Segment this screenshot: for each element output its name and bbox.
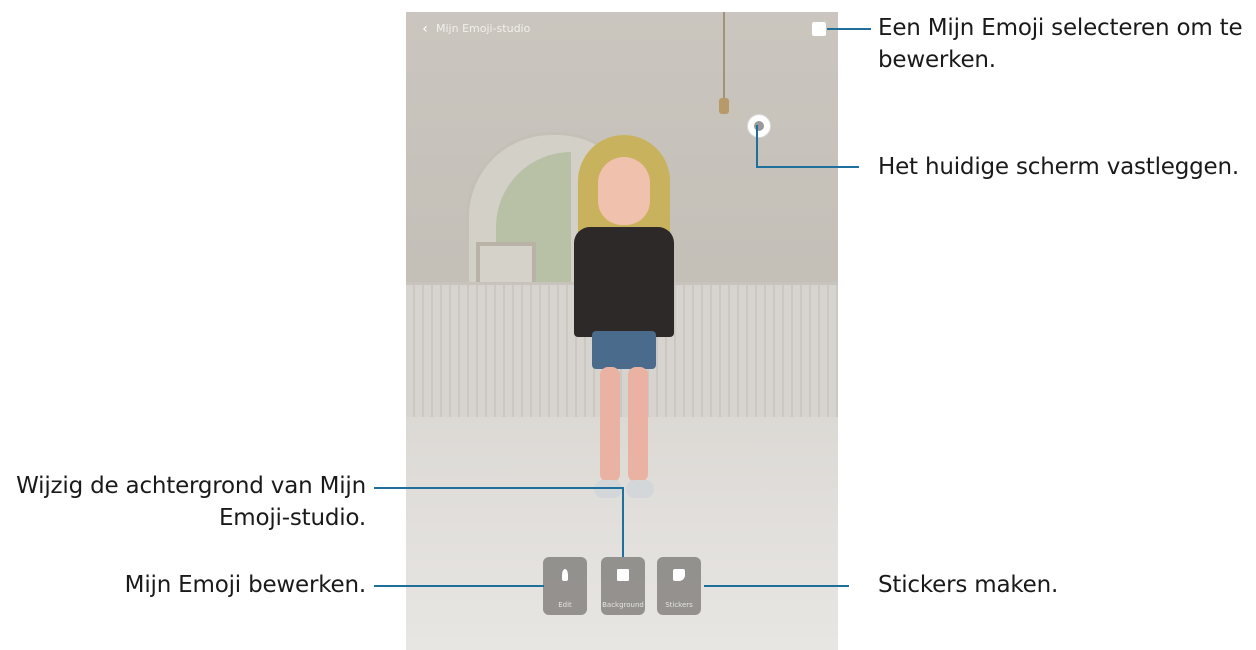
my-emoji-avatar[interactable]	[566, 135, 682, 500]
app-title: Mijn Emoji-studio	[436, 22, 531, 35]
avatar-left-shoe	[594, 480, 622, 498]
callout-edit-text: Mijn Emoji bewerken.	[124, 572, 367, 598]
avatar-sweater	[574, 227, 674, 337]
callout-line-capture-v	[756, 125, 758, 168]
callout-select-emoji: Een Mijn Emoji selecteren om te bewerken…	[878, 12, 1244, 76]
avatar-face	[598, 157, 650, 225]
callout-line-stickers	[704, 585, 849, 587]
callout-capture: Het huidige scherm vastleggen.	[878, 151, 1239, 183]
avatar-right-leg	[628, 367, 648, 482]
callout-edit: Mijn Emoji bewerken.	[40, 569, 367, 601]
callout-line-select	[827, 28, 871, 30]
edit-button-label: Edit	[558, 601, 572, 609]
callout-select-emoji-text: Een Mijn Emoji selecteren om te bewerken…	[878, 15, 1243, 73]
edit-icon	[562, 569, 568, 581]
stickers-button[interactable]: Stickers	[657, 557, 701, 615]
callout-background: Wijzig de achtergrond van Mijn Emoji-stu…	[0, 470, 366, 534]
callout-line-edit	[374, 585, 544, 587]
change-background-button[interactable]: Background	[601, 557, 645, 615]
callout-line-capture-h	[756, 166, 859, 168]
callout-stickers: Stickers maken.	[878, 569, 1058, 601]
lamp-icon	[719, 98, 729, 114]
callout-line-background-h	[374, 487, 624, 489]
capture-button[interactable]	[748, 115, 770, 137]
callout-capture-text: Het huidige scherm vastleggen.	[878, 154, 1239, 180]
lamp-wire	[723, 12, 725, 100]
background-button-label: Background	[602, 601, 644, 609]
image-icon	[617, 569, 629, 581]
avatar-right-shoe	[626, 480, 654, 498]
stickers-button-label: Stickers	[665, 601, 693, 609]
avatar-left-leg	[600, 367, 620, 482]
callout-stickers-text: Stickers maken.	[878, 572, 1059, 598]
avatar-shorts	[592, 331, 656, 369]
callout-background-text: Wijzig de achtergrond van Mijn Emoji-stu…	[16, 473, 366, 531]
sticker-icon	[673, 569, 685, 581]
select-emoji-button[interactable]	[812, 22, 826, 36]
edit-emoji-button[interactable]: Edit	[543, 557, 587, 615]
back-arrow-icon[interactable]: ‹	[418, 20, 432, 38]
callout-line-background-v	[622, 487, 624, 557]
